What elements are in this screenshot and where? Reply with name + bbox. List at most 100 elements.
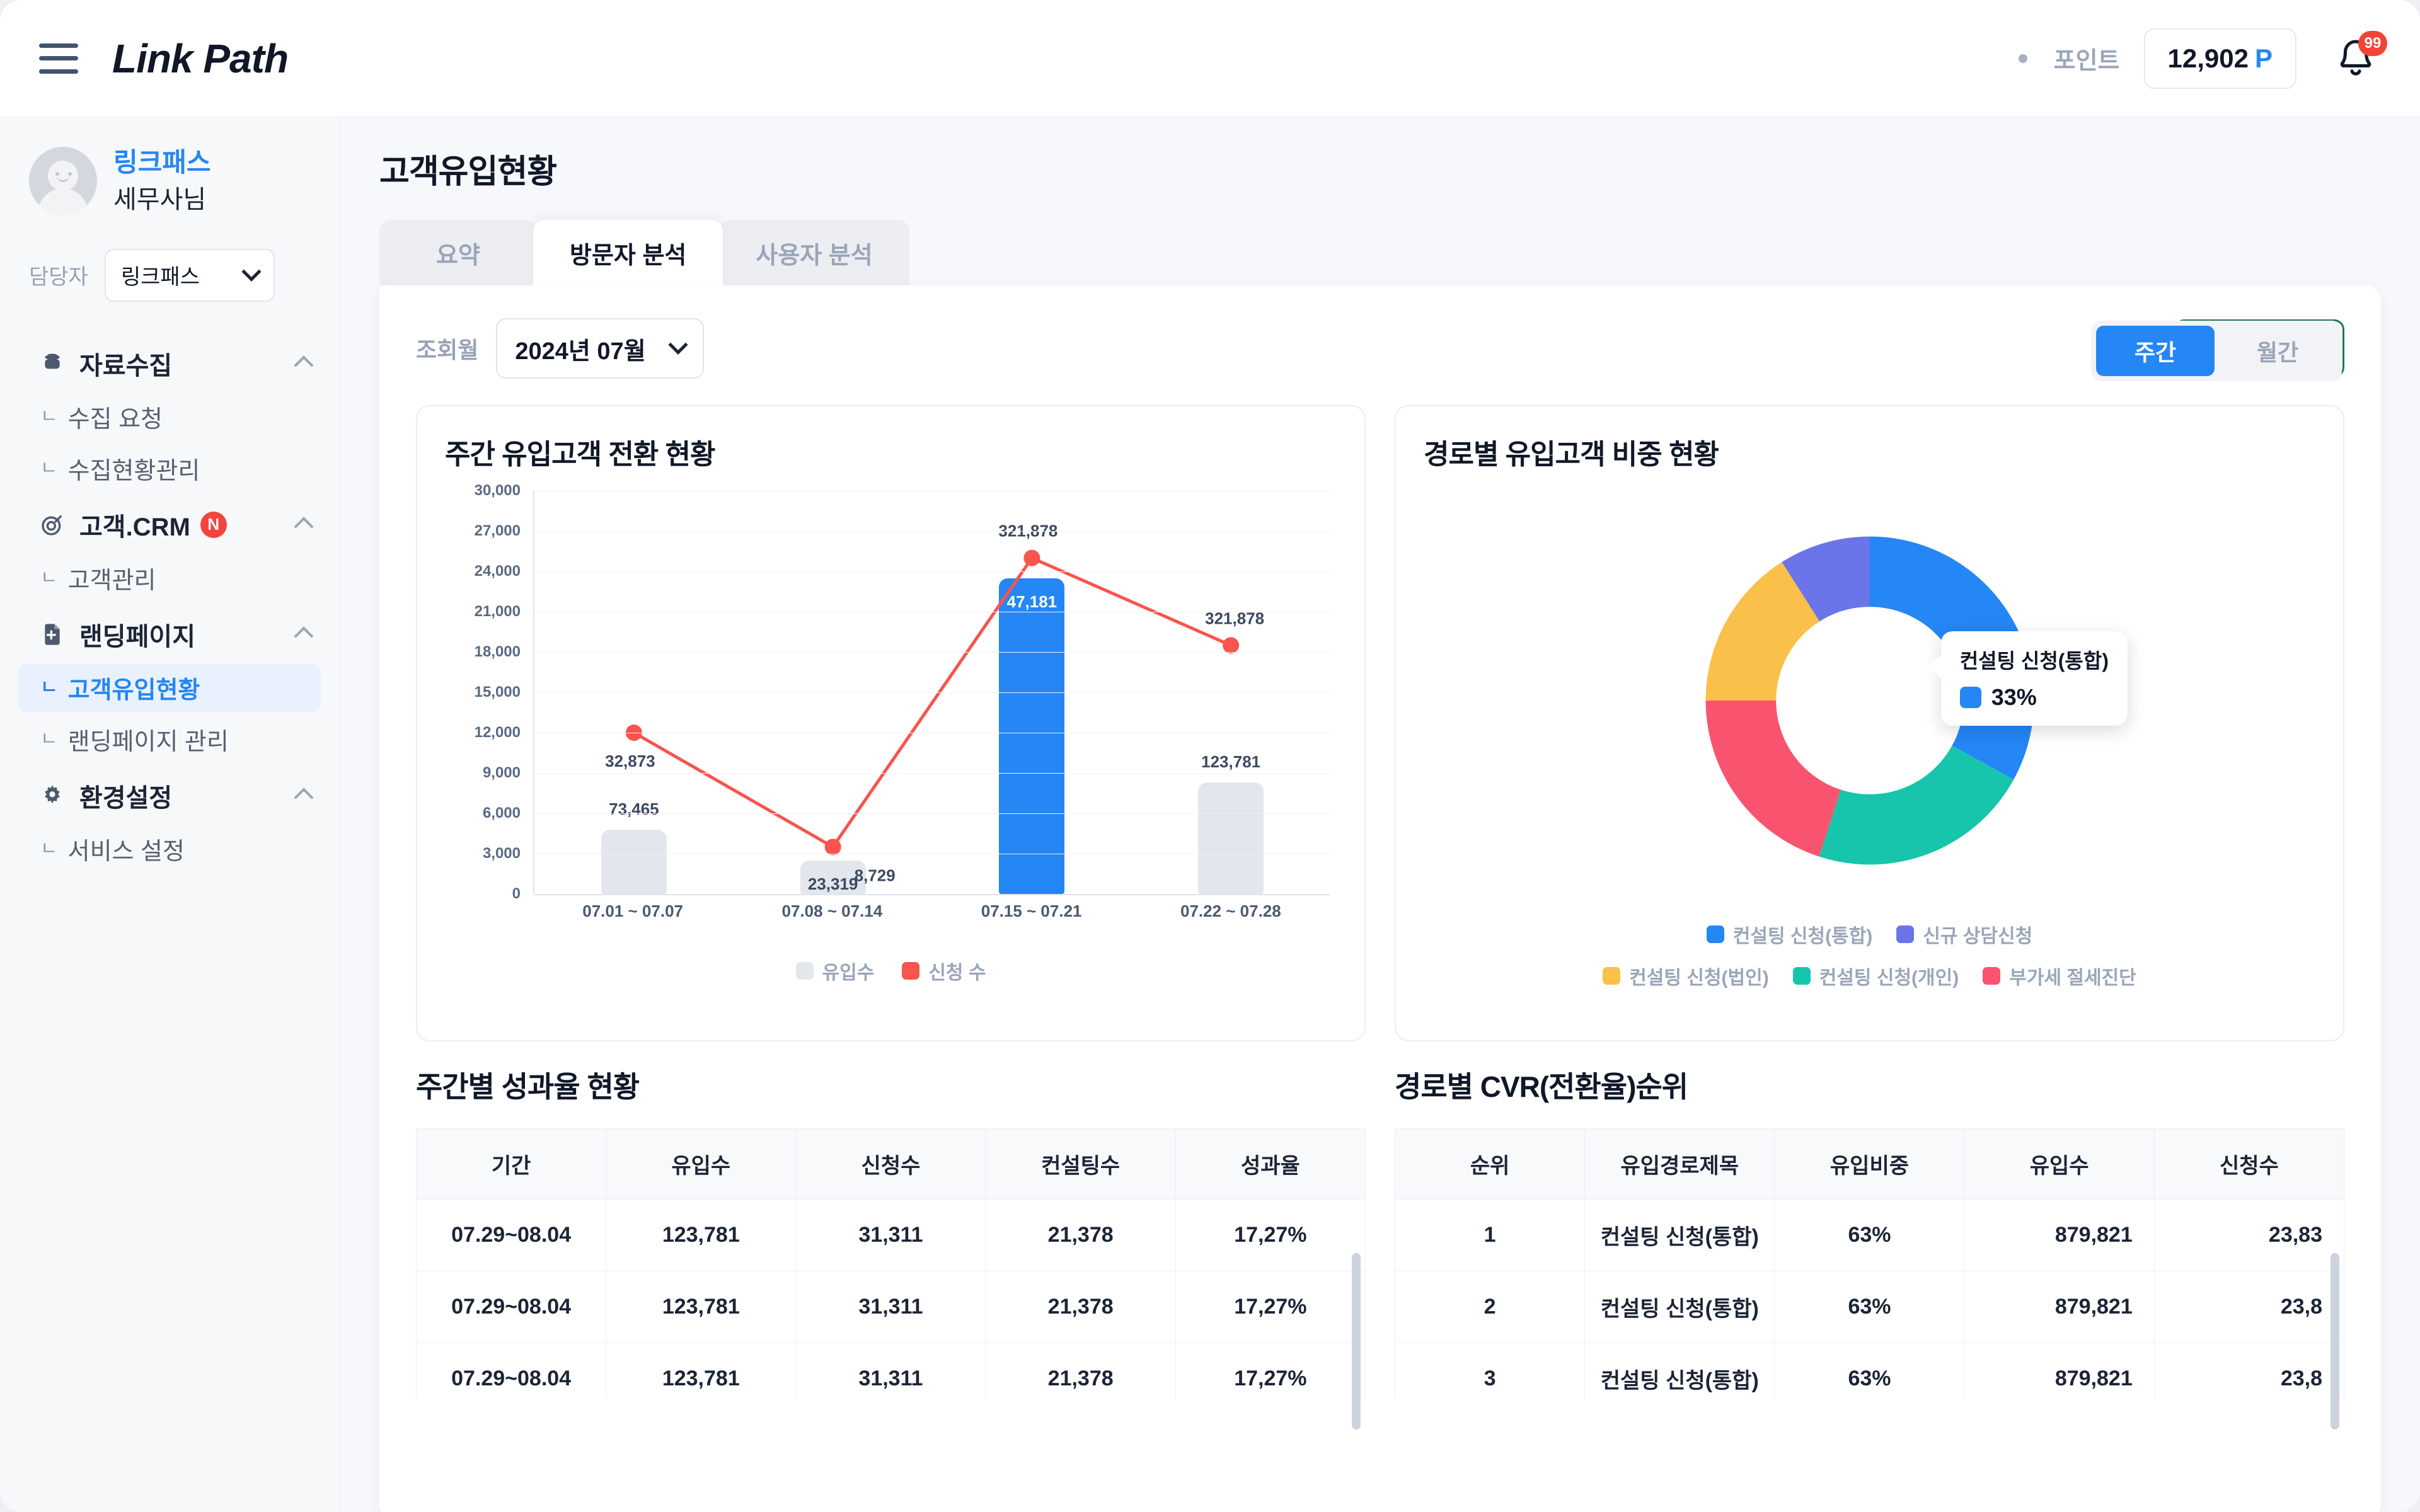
legend-label: 컨설팅 신청(통합): [1732, 926, 1873, 947]
legend-swatch-icon: [1896, 925, 1915, 943]
tree-corner-icon: ㄴ: [40, 406, 58, 427]
table-row[interactable]: 07.29~08.04 123,781 31,311 21,378 17,27%: [416, 1199, 1366, 1271]
table-row[interactable]: 2 컨설팅 신청(통합) 63% 879,821 23,8: [1395, 1271, 2344, 1343]
manager-select[interactable]: 링크패스: [104, 248, 275, 302]
top-bar: Link Path 포인트 12,902 P 99: [0, 0, 2420, 117]
donut-slice[interactable]: [1705, 701, 1841, 857]
sidebar-item-collection-request[interactable]: ㄴ 수집 요청: [19, 392, 321, 442]
table-scrollbar[interactable]: [1352, 1253, 1361, 1429]
donut-legend: 컨설팅 신청(통합) 신규 상담신청 컨설팅 신청(법인) 컨설팅 신청(개인)…: [1424, 920, 2315, 990]
cvr-table-title: 경로별 CVR(전환율)순위: [1395, 1070, 1688, 1103]
sidebar-group-landing-page[interactable]: 랜딩페이지: [0, 608, 340, 661]
database-icon: [39, 350, 66, 377]
period-weekly-button[interactable]: 주간: [2096, 326, 2215, 376]
period-monthly-button[interactable]: 월간: [2218, 326, 2337, 376]
column-header: 순위: [1395, 1128, 1586, 1200]
table-scrollbar[interactable]: [2331, 1253, 2339, 1429]
sidebar-group-crm[interactable]: 고객.CRM N: [0, 498, 340, 551]
nav-group-data-collection: 자료수집 ㄴ 수집 요청 ㄴ 수집현황관리: [0, 337, 340, 493]
chevron-up-icon[interactable]: [294, 626, 314, 646]
table-row[interactable]: 1 컨설팅 신청(통합) 63% 879,821 23,83: [1395, 1199, 2344, 1271]
weekly-performance-table: 기간 유입수 신청수 컨설팅수 성과율 07.29~08.04 123,781 31,311…: [416, 1128, 1366, 1399]
donut-legend-item-0[interactable]: 컨설팅 신청(통합): [1706, 920, 1873, 948]
sidebar-item-customer-management[interactable]: ㄴ 고객관리: [19, 554, 321, 603]
sidebar-item-label: 랜딩페이지 관리: [67, 729, 229, 755]
table-row[interactable]: 07.29~08.04 123,781 31,311 21,378 17,27%: [416, 1343, 1366, 1399]
point-balance[interactable]: 12,902 P: [2143, 28, 2296, 89]
donut-legend-item-1[interactable]: 신규 상담신청: [1896, 920, 2032, 948]
legend-swatch-icon: [1706, 925, 1724, 943]
table-cell: 879,821: [1964, 1199, 2155, 1271]
table-cell: 23,8: [2153, 1343, 2344, 1399]
y-tick-label: 24,000: [474, 563, 521, 580]
hamburger-icon[interactable]: [39, 43, 78, 74]
chevron-up-icon[interactable]: [294, 787, 314, 807]
nav-group-settings: 환경설정 ㄴ 서비스 설정: [0, 769, 340, 874]
table-cell: 컨설팅 신청(통합): [1584, 1199, 1775, 1271]
bar-value-label: 47,181: [1006, 592, 1057, 611]
tab-visitor-analysis[interactable]: 방문자 분석: [533, 220, 723, 285]
sidebar-item-collection-status[interactable]: ㄴ 수집현황관리: [19, 444, 321, 493]
table-cell: 31,311: [795, 1343, 986, 1399]
table-cell: 2: [1395, 1271, 1586, 1343]
page-title: 고객유입현황: [379, 154, 557, 190]
sidebar-group-label: 환경설정: [79, 784, 173, 812]
column-header: 성과율: [1175, 1128, 1366, 1200]
gridline: [534, 813, 1330, 814]
legend-swatch-icon: [1792, 967, 1811, 985]
file-plus-icon: [39, 621, 66, 648]
gridline: [534, 894, 1330, 895]
table-cell: 컨설팅 신청(통합): [1584, 1343, 1775, 1399]
bar[interactable]: 123,781: [1198, 752, 1264, 894]
donut-legend-item-2[interactable]: 컨설팅 신청(법인): [1603, 962, 1769, 990]
bottom-tables: 주간별 성과율 현황 기간 유입수 신청수 컨설팅수 성과율 07.29~08.04 12…: [379, 1041, 2381, 1429]
chevron-up-icon[interactable]: [294, 355, 314, 375]
donut-legend-item-3[interactable]: 컨설팅 신청(개인): [1792, 962, 1959, 990]
legend-label: 유입수: [822, 963, 875, 983]
bar-chart-legend: 유입수 신청 수: [445, 957, 1337, 985]
tab-bar: 요약 방문자 분석 사용자 분석: [379, 220, 2381, 285]
sidebar-item-label: 서비스 설정: [67, 839, 185, 865]
legend-item-inflow[interactable]: 유입수: [795, 957, 875, 985]
table-cell: 07.29~08.04: [416, 1343, 607, 1399]
bar-value-label: 73,465: [609, 799, 659, 818]
table-row[interactable]: 3 컨설팅 신청(통합) 63% 879,821 23,8: [1395, 1343, 2344, 1399]
notification-button[interactable]: 99: [2333, 30, 2387, 81]
gridline: [534, 531, 1330, 532]
table-cell: 17,27%: [1175, 1271, 1366, 1343]
app-window: Link Path 포인트 12,902 P 99 링크패스 세무사님 담당자 …: [0, 0, 2420, 1512]
bar[interactable]: 73,465: [601, 799, 667, 894]
bar[interactable]: 23,319: [800, 860, 866, 894]
table-cell: 21,378: [985, 1343, 1176, 1399]
analysis-panel: 주간 월간 조회월 2024년 07월 X 다운로드: [379, 285, 2381, 1512]
brand-logo[interactable]: Link Path: [112, 35, 289, 82]
donut-legend-item-4[interactable]: 부가세 절세진단: [1983, 962, 2136, 990]
tab-user-analysis[interactable]: 사용자 분석: [719, 220, 909, 285]
table-cell: 63%: [1774, 1271, 1965, 1343]
sidebar-item-landing-page-management[interactable]: ㄴ 랜딩페이지 관리: [19, 715, 321, 764]
y-axis-labels: 0 3,000 6,000 9,000 12,000 15,000 18,000 21,000…: [445, 482, 521, 902]
nav-group-crm: 고객.CRM N ㄴ 고객관리: [0, 498, 340, 603]
manager-row: 담당자 링크패스: [0, 216, 340, 302]
y-tick-label: 0: [512, 885, 521, 902]
sidebar-item-label: 수집 요청: [67, 406, 163, 433]
sidebar-item-service-settings[interactable]: ㄴ 서비스 설정: [19, 825, 321, 874]
profile-block: 링크패스 세무사님: [0, 146, 340, 216]
legend-label: 컨설팅 신청(법인): [1629, 968, 1769, 988]
chart-title-donut: 경로별 유입고객 비중 현황: [1424, 439, 1719, 470]
sidebar-group-settings[interactable]: 환경설정: [0, 769, 340, 822]
x-tick-label: 07.22 ~ 07.28: [1180, 902, 1281, 920]
column-header: 기간: [416, 1128, 607, 1200]
chevron-up-icon[interactable]: [294, 516, 314, 536]
table-row[interactable]: 07.29~08.04 123,781 31,311 21,378 17,27%: [416, 1271, 1366, 1343]
tree-corner-icon: ㄴ: [40, 677, 58, 698]
bar[interactable]: 47,181: [999, 578, 1065, 894]
sidebar-group-data-collection[interactable]: 자료수집: [0, 337, 340, 390]
table-cell: 879,821: [1964, 1343, 2155, 1399]
legend-item-applications[interactable]: 신청 수: [902, 957, 986, 985]
sidebar-item-customer-inflow[interactable]: ㄴ 고객유입현황: [19, 663, 321, 713]
x-axis-labels: 07.01 ~ 07.07 07.08 ~ 07.14 07.15 ~ 07.21 0…: [533, 902, 1330, 921]
filter-row: 조회월 2024년 07월 X 다운로드: [379, 285, 2381, 379]
month-filter-select[interactable]: 2024년 07월: [496, 318, 705, 379]
tab-summary[interactable]: 요약: [379, 220, 537, 285]
